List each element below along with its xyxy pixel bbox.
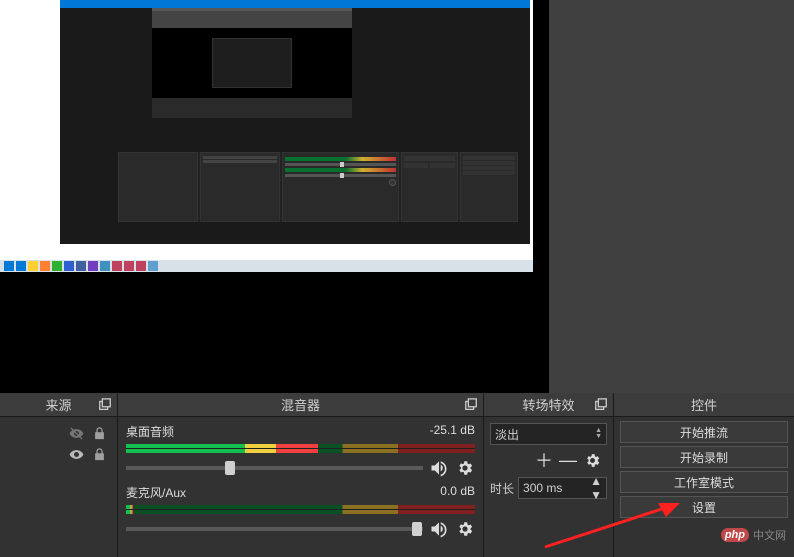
sources-body xyxy=(0,417,117,557)
mixer-title: 混音器 xyxy=(281,395,320,414)
visibility-icon[interactable] xyxy=(69,447,84,462)
inner-titlebar xyxy=(60,0,530,8)
channel-db: -25.1 dB xyxy=(430,423,475,440)
volume-slider[interactable] xyxy=(126,466,423,470)
remove-transition-button[interactable]: — xyxy=(557,449,579,471)
taskbar-icon xyxy=(88,261,98,271)
taskbar-icon xyxy=(40,261,50,271)
watermark: php 中文网 xyxy=(721,527,786,543)
speaker-icon[interactable] xyxy=(429,458,449,478)
channel-name: 桌面音频 xyxy=(126,423,174,440)
taskbar-icon xyxy=(4,261,14,271)
sources-header: 来源 xyxy=(0,393,117,417)
visibility-icon[interactable] xyxy=(69,426,84,441)
mixer-channel: 桌面音频 -25.1 dB xyxy=(126,421,475,478)
preview-area xyxy=(0,0,549,393)
gear-icon[interactable] xyxy=(455,519,475,539)
taskbar-icon xyxy=(124,261,134,271)
watermark-logo: php xyxy=(721,528,749,542)
taskbar-icon xyxy=(52,261,62,271)
preview-inner-screenshot xyxy=(60,0,530,244)
popout-icon[interactable] xyxy=(463,397,479,413)
add-transition-button[interactable]: ＋ xyxy=(533,449,555,471)
mixer-channel: 麦克风/Aux 0.0 dB xyxy=(126,482,475,539)
settings-button[interactable]: 设置 xyxy=(620,496,788,518)
transitions-header: 转场特效 xyxy=(484,393,613,417)
duration-spinbox[interactable]: 300 ms ▲▼ xyxy=(518,477,607,499)
duration-value: 300 ms xyxy=(523,481,590,495)
lock-icon[interactable] xyxy=(92,426,107,441)
bottom-dock: 来源 xyxy=(0,393,794,557)
transitions-title: 转场特效 xyxy=(522,395,574,414)
sources-panel: 来源 xyxy=(0,393,118,557)
popout-icon[interactable] xyxy=(97,397,113,413)
taskbar-icon xyxy=(148,261,158,271)
channel-db: 0.0 dB xyxy=(440,484,475,501)
source-row[interactable] xyxy=(4,444,113,465)
watermark-text: 中文网 xyxy=(753,527,786,543)
mixer-body: 桌面音频 -25.1 dB 麦克风/Aux 0.0 dB xyxy=(118,417,483,557)
start-recording-button[interactable]: 开始录制 xyxy=(620,446,788,468)
speaker-icon[interactable] xyxy=(429,519,449,539)
taskbar-icon xyxy=(112,261,122,271)
taskbar-icon xyxy=(28,261,38,271)
gear-icon[interactable] xyxy=(455,458,475,478)
duration-label: 时长 xyxy=(490,480,514,497)
taskbar-icon xyxy=(100,261,110,271)
controls-title: 控件 xyxy=(691,395,717,414)
vu-meter xyxy=(126,505,475,514)
transitions-panel: 转场特效 淡出 ▲▼ ＋ — 时长 300 ms ▲▼ xyxy=(484,393,614,557)
controls-header: 控件 xyxy=(614,393,794,417)
mixer-panel: 混音器 桌面音频 -25.1 dB 麦克风/Aux 0.0 dB xyxy=(118,393,484,557)
source-row[interactable] xyxy=(4,423,113,444)
taskbar-icon xyxy=(64,261,74,271)
right-empty-strip xyxy=(549,0,794,393)
transition-select[interactable]: 淡出 ▲▼ xyxy=(490,423,607,445)
lock-icon[interactable] xyxy=(92,447,107,462)
inner-bottom-panels xyxy=(118,152,518,222)
taskbar-icon xyxy=(76,261,86,271)
studio-mode-button[interactable]: 工作室模式 xyxy=(620,471,788,493)
vu-meter xyxy=(126,444,475,453)
taskbar-icon xyxy=(16,261,26,271)
transition-selected: 淡出 xyxy=(495,426,595,443)
popout-icon[interactable] xyxy=(593,397,609,413)
preview-taskbar xyxy=(0,260,533,272)
mixer-header: 混音器 xyxy=(118,393,483,417)
transitions-body: 淡出 ▲▼ ＋ — 时长 300 ms ▲▼ xyxy=(484,417,613,557)
volume-slider[interactable] xyxy=(126,527,423,531)
taskbar-icon xyxy=(136,261,146,271)
sources-title: 来源 xyxy=(45,395,71,414)
transition-properties-button[interactable] xyxy=(581,449,603,471)
spin-arrows-icon: ▲▼ xyxy=(590,474,602,502)
inner-browser xyxy=(152,8,352,118)
start-streaming-button[interactable]: 开始推流 xyxy=(620,421,788,443)
channel-name: 麦克风/Aux xyxy=(126,484,186,501)
dropdown-arrows-icon: ▲▼ xyxy=(595,428,602,440)
